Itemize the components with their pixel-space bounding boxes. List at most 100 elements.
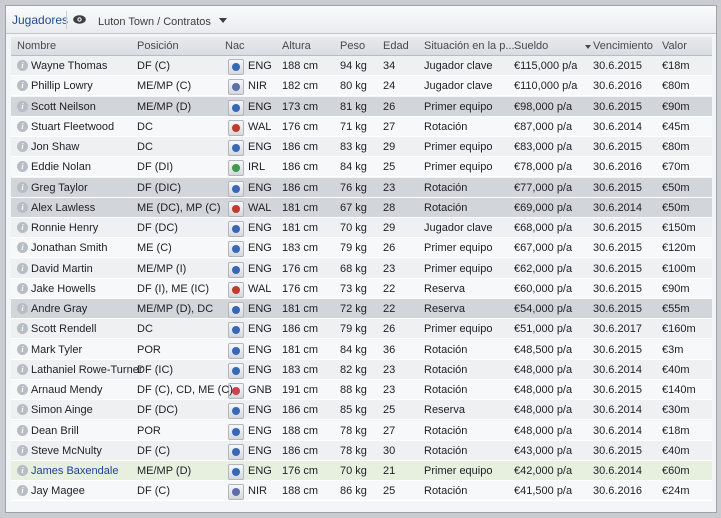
- table-header: Nombre Posición Nac Altura Peso Edad Sit…: [11, 37, 712, 56]
- info-icon[interactable]: i: [17, 363, 28, 375]
- panel-title[interactable]: Jugadores: [12, 13, 68, 27]
- chevron-down-icon[interactable]: [219, 18, 227, 23]
- player-name[interactable]: Wayne Thomas: [31, 60, 107, 72]
- table-row[interactable]: i Alex Lawless ME (DC), MP (C) WAL 181 cm 67 …: [11, 197, 712, 218]
- player-name[interactable]: Arnaud Mendy: [31, 384, 103, 396]
- player-name[interactable]: Jon Shaw: [31, 141, 79, 153]
- table-row[interactable]: i Phillip Lowry ME/MP (C) NIR 182 cm 80 kg 24 J…: [11, 76, 712, 97]
- info-icon[interactable]: i: [17, 60, 28, 71]
- player-name[interactable]: Simon Ainge: [31, 404, 93, 416]
- column-header-height[interactable]: Altura: [282, 40, 311, 52]
- player-name[interactable]: Jonathan Smith: [31, 242, 107, 254]
- player-name[interactable]: Alex Lawless: [31, 202, 95, 214]
- info-icon[interactable]: i: [17, 181, 28, 193]
- table-row[interactable]: i Simon Ainge DF (DC) ENG 186 cm 85 kg 25 Reser…: [11, 400, 712, 421]
- info-icon[interactable]: i: [17, 262, 28, 274]
- table-row[interactable]: i Wayne Thomas DF (C) ENG 188 cm 94 kg 34 Jugad…: [11, 56, 712, 76]
- player-name[interactable]: Phillip Lowry: [31, 80, 93, 92]
- player-position: ME/MP (D), DC: [137, 303, 214, 315]
- player-name[interactable]: Andre Gray: [31, 303, 87, 315]
- table-row[interactable]: i Lathaniel Rowe-Turner DF (IC) ENG 183 cm 82…: [11, 359, 712, 380]
- table-row[interactable]: i Jonathan Smith ME (C) ENG 183 cm 79 kg 26 Pri…: [11, 238, 712, 259]
- info-icon[interactable]: i: [17, 465, 28, 476]
- player-weight: 70 kg: [340, 222, 367, 234]
- column-header-wage[interactable]: Sueldo: [514, 40, 548, 52]
- player-value: €3m: [662, 343, 684, 356]
- player-name[interactable]: Dean Brill: [31, 425, 79, 437]
- table-row[interactable]: i Jon Shaw DC ENG 186 cm 83 kg 29 Primer equipo…: [11, 137, 712, 157]
- info-icon[interactable]: i: [17, 161, 28, 173]
- info-icon[interactable]: i: [17, 323, 28, 335]
- table-row[interactable]: i James Baxendale ME/MP (D) ENG 176 cm 70 kg 2…: [11, 461, 712, 481]
- column-header-value[interactable]: Valor: [662, 40, 687, 52]
- info-icon[interactable]: i: [17, 100, 28, 112]
- table-row[interactable]: i David Martin ME/MP (I) ENG 176 cm 68 kg 23 Pr…: [11, 258, 712, 279]
- player-age: 36: [383, 343, 396, 356]
- player-position: DF (IC): [137, 363, 174, 376]
- table-row[interactable]: i Arnaud Mendy DF (C), CD, ME (C) GNB 191 cm…: [11, 380, 712, 400]
- player-position: DF (DI): [137, 161, 174, 174]
- player-height: 191 cm: [282, 384, 319, 396]
- column-header-expiry[interactable]: Vencimiento: [593, 40, 653, 52]
- column-header-position[interactable]: Posición: [137, 40, 179, 52]
- table-row[interactable]: i Stuart Fleetwood DC WAL 176 cm 71 kg 27 Rotac…: [11, 116, 712, 137]
- table-row[interactable]: i Mark Tyler POR ENG 181 cm 84 kg 36 Rotación €4…: [11, 339, 712, 360]
- column-header-nationality[interactable]: Nac: [225, 40, 245, 52]
- player-contract-expiry: 30.6.2014: [593, 404, 642, 417]
- player-contract-expiry: 30.6.2014: [593, 201, 642, 214]
- table-row[interactable]: i Jake Howells DF (I), ME (IC) WAL 176 cm 73 …: [11, 278, 712, 299]
- column-header-weight[interactable]: Peso: [340, 40, 365, 52]
- info-icon[interactable]: i: [17, 120, 28, 132]
- column-header-age[interactable]: Edad: [383, 40, 409, 52]
- player-name[interactable]: Scott Neilson: [31, 101, 96, 113]
- column-header-squad-status[interactable]: Situación en la p...: [424, 40, 515, 52]
- info-icon[interactable]: i: [17, 424, 28, 436]
- info-icon[interactable]: i: [17, 141, 28, 152]
- player-position: DF (DC): [137, 404, 178, 417]
- info-icon[interactable]: i: [17, 282, 28, 294]
- player-name[interactable]: Lathaniel Rowe-Turner: [31, 364, 142, 376]
- player-nationality: GNB: [248, 384, 272, 396]
- table-row[interactable]: i Andre Gray ME/MP (D), DC ENG 181 cm 72 kg 22…: [11, 299, 712, 319]
- player-name[interactable]: Ronnie Henry: [31, 222, 98, 234]
- table-row[interactable]: i Jay Magee DF (C) NIR 188 cm 86 kg 25 Rotación…: [11, 481, 712, 502]
- table-row[interactable]: i Ronnie Henry DF (DC) ENG 181 cm 70 kg 29 Juga…: [11, 218, 712, 238]
- player-name[interactable]: David Martin: [31, 263, 93, 275]
- player-name[interactable]: Mark Tyler: [31, 344, 82, 356]
- table-row[interactable]: i Eddie Nolan DF (DI) IRL 186 cm 84 kg 25 Prime…: [11, 157, 712, 178]
- table-row[interactable]: i Dean Brill POR ENG 188 cm 78 kg 27 Rotación €4…: [11, 420, 712, 441]
- info-icon[interactable]: i: [17, 384, 28, 395]
- player-contract-expiry: 30.6.2015: [593, 242, 642, 255]
- player-weight: 76 kg: [340, 181, 367, 194]
- column-header-name[interactable]: Nombre: [17, 40, 56, 52]
- player-name[interactable]: Greg Taylor: [31, 182, 88, 194]
- info-icon[interactable]: i: [17, 80, 28, 92]
- info-icon[interactable]: i: [17, 242, 28, 254]
- player-wage: €69,000 p/a: [514, 201, 573, 214]
- flag-icon: [228, 99, 244, 116]
- player-name[interactable]: Scott Rendell: [31, 323, 96, 335]
- info-icon[interactable]: i: [17, 444, 28, 456]
- player-name[interactable]: Jay Magee: [31, 485, 85, 497]
- info-icon[interactable]: i: [17, 343, 28, 355]
- table-row[interactable]: i Scott Rendell DC ENG 186 cm 79 kg 26 Primer e…: [11, 319, 712, 340]
- table-row[interactable]: i Scott Neilson ME/MP (D) ENG 173 cm 81 kg 26 P…: [11, 96, 712, 117]
- player-name[interactable]: Jake Howells: [31, 283, 96, 295]
- flag-icon: [228, 221, 244, 237]
- player-name[interactable]: Stuart Fleetwood: [31, 121, 114, 133]
- table-row[interactable]: i Greg Taylor DF (DIC) ENG 186 cm 76 kg 23 Rota…: [11, 177, 712, 198]
- table-row[interactable]: i Steve McNulty DF (C) ENG 186 cm 78 kg 30 Rota…: [11, 440, 712, 461]
- info-icon[interactable]: i: [17, 485, 28, 497]
- player-name[interactable]: James Baxendale: [31, 465, 118, 477]
- player-wage: €48,000 p/a: [514, 404, 573, 417]
- player-height: 188 cm: [282, 60, 319, 72]
- info-icon[interactable]: i: [17, 303, 28, 314]
- info-icon[interactable]: i: [17, 404, 28, 416]
- info-icon[interactable]: i: [17, 222, 28, 233]
- view-selector[interactable]: Luton Town / Contratos: [98, 16, 211, 28]
- info-icon[interactable]: i: [17, 201, 28, 213]
- player-name[interactable]: Eddie Nolan: [31, 161, 91, 173]
- player-name[interactable]: Steve McNulty: [31, 445, 102, 457]
- eye-icon[interactable]: [73, 15, 86, 24]
- player-contract-expiry: 30.6.2017: [593, 323, 642, 336]
